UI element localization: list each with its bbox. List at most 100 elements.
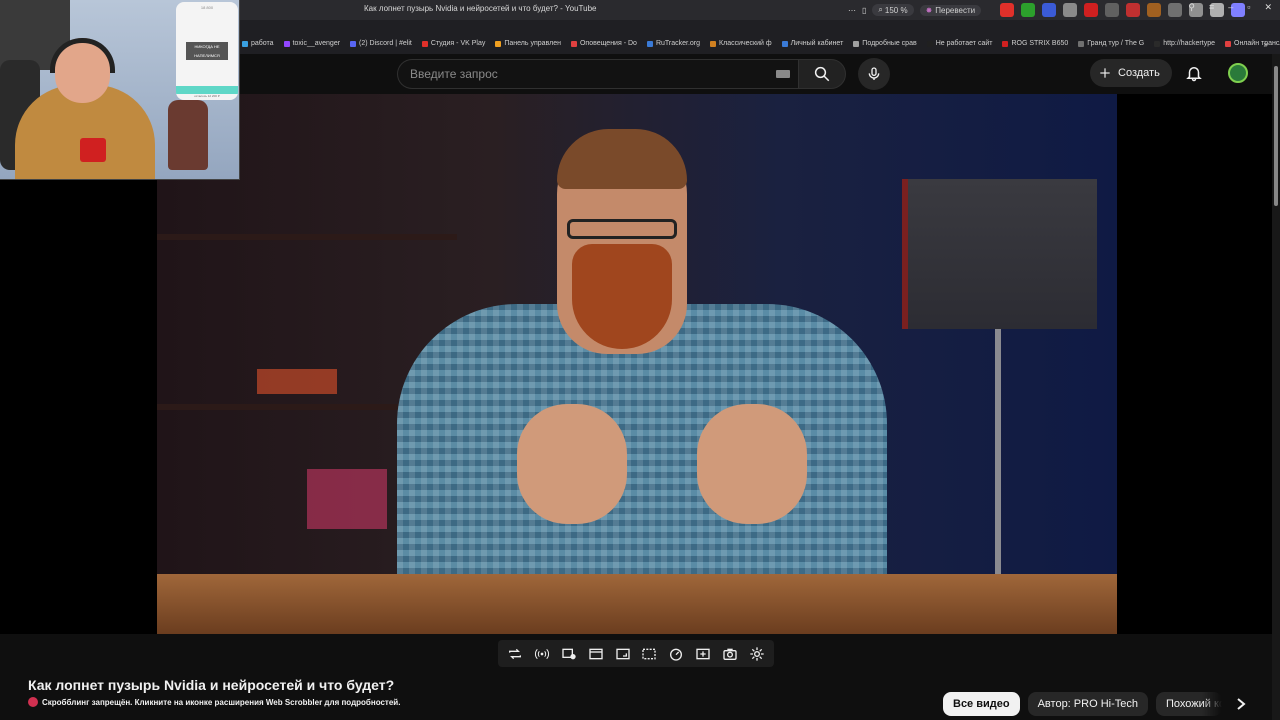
player-tools-strip: [498, 640, 774, 667]
bookmark-favicon-icon: [421, 40, 428, 47]
mug: [80, 138, 106, 162]
microphone-icon: [868, 67, 880, 80]
extension-icon[interactable]: [1084, 3, 1098, 17]
recommendation-chips: Все видео Автор: PRO Hi-Tech Похожий ко: [943, 692, 1252, 716]
bookmark-label: Студия - VK Play: [430, 40, 486, 47]
presenter-glasses: [567, 219, 677, 239]
translate-label: Перевести: [935, 5, 976, 15]
subtitles-icon[interactable]: [639, 644, 659, 664]
page-scrollbar[interactable]: [1272, 54, 1280, 720]
tab-title: Как лопнет пузырь Nvidia и нейросетей и …: [364, 4, 597, 13]
bookmark-favicon-icon: [1225, 40, 1231, 47]
bookmark-label: Личный кабинет: [790, 40, 844, 47]
voice-search-button[interactable]: [858, 58, 890, 90]
presenter-beard: [572, 244, 672, 349]
avatar[interactable]: [1228, 63, 1248, 83]
video-title: Как лопнет пузырь Nvidia и нейросетей и …: [28, 677, 395, 693]
bookmark-label: Не работает сайт: [935, 40, 993, 47]
bookmark-item[interactable]: Оповещения - Do: [570, 40, 637, 47]
chip-author[interactable]: Автор: PRO Hi-Tech: [1027, 692, 1148, 716]
notifications-button[interactable]: [1182, 61, 1206, 85]
resize-icon[interactable]: [613, 644, 633, 664]
extension-icon[interactable]: [1063, 3, 1077, 17]
video-frame[interactable]: [157, 94, 1117, 634]
bookmark-item[interactable]: работа: [242, 40, 274, 47]
bookmark-item[interactable]: Студия - VK Play: [421, 40, 486, 47]
bookmark-favicon-icon: [781, 40, 788, 47]
chip-all-videos[interactable]: Все видео: [943, 692, 1020, 716]
add-icon[interactable]: [693, 644, 713, 664]
bookmark-item[interactable]: toxic__avenger: [283, 40, 340, 47]
bookmark-item[interactable]: Гранд тур / The G: [1078, 40, 1144, 47]
zoom-icon: ⌕: [878, 5, 883, 14]
bookmark-item[interactable]: Классический ф: [710, 40, 772, 47]
more-dots-icon[interactable]: ⋯: [848, 6, 856, 15]
playlist-play-icon[interactable]: [559, 644, 579, 664]
speed-icon[interactable]: [666, 644, 686, 664]
bookmark-favicon-icon: [242, 40, 248, 47]
extension-icon[interactable]: [1126, 3, 1140, 17]
extension-icon[interactable]: [1042, 3, 1056, 17]
bookmark-favicon-icon: [853, 40, 860, 47]
plus-icon: [1100, 68, 1110, 78]
loop-icon[interactable]: [505, 644, 525, 664]
bookmark-item[interactable]: Онлайн трансляц: [1225, 40, 1280, 47]
extension-icon[interactable]: [1021, 3, 1035, 17]
close-icon[interactable]: ✕: [1264, 2, 1272, 13]
search-button[interactable]: [798, 59, 846, 89]
bookmark-label: работа: [251, 40, 274, 47]
donation-amount: 18 800: [200, 5, 214, 10]
zoom-level: 150 %: [884, 5, 908, 15]
scrobble-notice: Скробблинг запрещён. Кликните на иконке …: [28, 697, 400, 707]
webcam-overlay: 18 800 НИКОГДА НЕ НАПЕЛИМСЯ осталось 12 …: [0, 0, 240, 180]
translate-icon: ✸: [925, 5, 933, 15]
bell-icon: [1186, 67, 1202, 82]
pin-icon[interactable]: ⚲: [1188, 2, 1195, 13]
bookmark-favicon-icon: [646, 40, 653, 47]
bookmark-label: ROG STRIX B650: [1011, 40, 1069, 47]
shelf-decor: [157, 234, 457, 240]
bookmarks-overflow[interactable]: »: [1264, 40, 1268, 49]
donation-remaining: осталось 12 200 Р: [194, 94, 220, 98]
create-button[interactable]: Создать: [1090, 59, 1172, 87]
title-tools: ⋯ ▯ ⌕ 150 % ✸ Перевести: [848, 2, 982, 18]
maximize-icon[interactable]: ▫: [1247, 2, 1250, 13]
bookmark-icon[interactable]: ▯: [862, 6, 866, 15]
bookmark-label: RuTracker.org: [655, 40, 701, 47]
bookmark-item[interactable]: Не работает сайт: [926, 40, 993, 47]
extension-icon[interactable]: [1105, 3, 1119, 17]
scrollbar-thumb[interactable]: [1274, 66, 1278, 206]
bookmark-label: Онлайн трансляц: [1234, 40, 1280, 47]
keyboard-icon[interactable]: [776, 70, 790, 78]
scrobbler-icon[interactable]: [28, 697, 38, 707]
chip-similar[interactable]: Похожий ко: [1155, 692, 1222, 716]
audio-sync-icon[interactable]: [532, 644, 552, 664]
settings-gear-icon[interactable]: [747, 644, 767, 664]
background-object: [257, 369, 337, 394]
bookmark-item[interactable]: http://hackertype: [1154, 40, 1215, 47]
bookmark-item[interactable]: Подробные срав: [853, 40, 917, 47]
translate-button[interactable]: ✸ Перевести: [919, 4, 982, 16]
extension-icon[interactable]: [1000, 3, 1014, 17]
scrobble-text: Скробблинг запрещён. Кликните на иконке …: [42, 697, 401, 707]
screenshot-icon[interactable]: [720, 644, 740, 664]
presenter-hair: [557, 129, 687, 189]
bookmark-item[interactable]: ROG STRIX B650: [1002, 40, 1068, 47]
menu-icon[interactable]: ≡: [1209, 2, 1214, 13]
bookmark-item[interactable]: Личный кабинет: [781, 40, 844, 47]
minimize-icon[interactable]: –: [1228, 2, 1233, 13]
chevron-right-icon[interactable]: [1230, 692, 1252, 716]
extension-icon[interactable]: [1168, 3, 1182, 17]
bookmark-item[interactable]: (2) Discord | #elit: [350, 40, 412, 47]
search-icon: [814, 66, 830, 82]
bookmarks-list: работа toxic__avenger (2) Discord | #elit С…: [242, 40, 1280, 47]
bookmark-favicon-icon: [350, 40, 357, 47]
search-input[interactable]: Введите запрос: [410, 67, 498, 81]
bookmark-item[interactable]: RuTracker.org: [646, 40, 701, 47]
cinema-icon[interactable]: [586, 644, 606, 664]
extension-icon[interactable]: [1147, 3, 1161, 17]
search-box[interactable]: Введите запрос: [397, 59, 798, 89]
bookmark-item[interactable]: Панель управлен: [495, 40, 561, 47]
bookmark-label: Классический ф: [719, 40, 772, 47]
zoom-badge[interactable]: ⌕ 150 %: [872, 4, 914, 16]
